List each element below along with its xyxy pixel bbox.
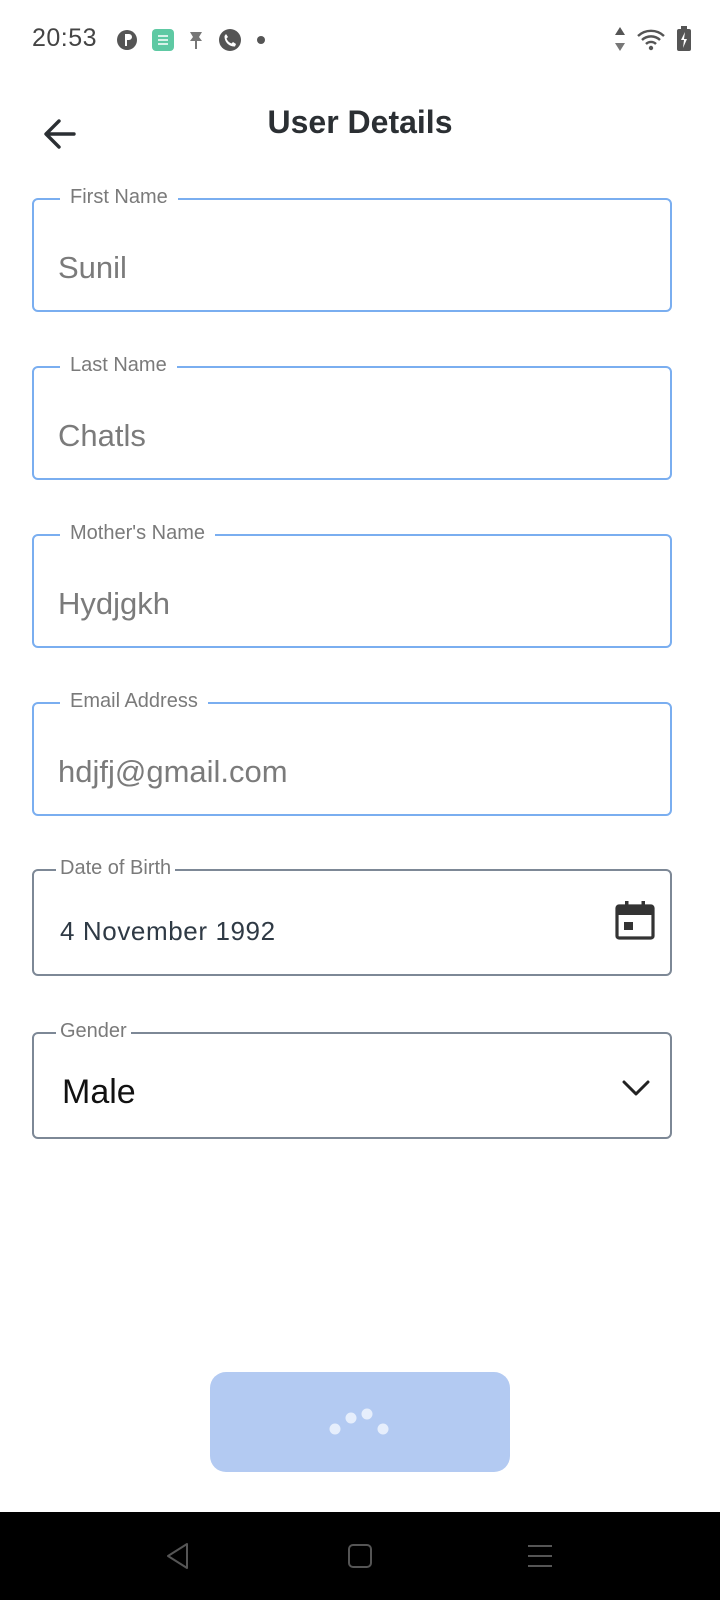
system-nav-bar — [0, 1512, 720, 1600]
first-name-box[interactable] — [32, 198, 672, 312]
gender-label: Gender — [56, 1019, 131, 1043]
dob-calendar-button[interactable] — [612, 897, 658, 943]
email-value[interactable]: hdjfj@gmail.com — [58, 754, 288, 790]
email-label: Email Address — [60, 689, 208, 713]
status-bar: 20:53 — [0, 0, 720, 80]
calendar-icon — [615, 901, 655, 940]
nav-back-button[interactable] — [154, 1532, 202, 1580]
mother-name-value[interactable]: Hydjgkh — [58, 586, 170, 622]
status-notification-icons — [116, 26, 266, 54]
phone-call-icon — [219, 29, 241, 51]
loading-dots-icon — [329, 1408, 389, 1435]
status-time: 20:53 — [32, 24, 98, 52]
chevron-down-icon — [622, 1080, 650, 1096]
battery-charging-icon — [677, 26, 691, 51]
first-name-value[interactable]: Sunil — [58, 250, 127, 286]
page-title: User Details — [267, 104, 453, 140]
nav-home-icon — [348, 1544, 372, 1568]
last-name-label: Last Name — [60, 353, 177, 377]
data-arrows-icon — [615, 27, 625, 51]
app-bar: User Details — [0, 92, 720, 170]
gender-value[interactable]: Male — [62, 1074, 136, 1110]
nav-home-button[interactable] — [336, 1532, 384, 1580]
nav-back-icon — [167, 1543, 188, 1569]
nav-menu-icon — [528, 1545, 552, 1567]
dob-label: Date of Birth — [56, 856, 176, 880]
first-name-label: First Name — [60, 185, 178, 209]
wifi-icon — [637, 29, 665, 51]
last-name-value[interactable]: Chatls — [58, 418, 146, 454]
dob-value[interactable]: 4 November 1992 — [60, 913, 276, 949]
notification-pin-icon — [190, 32, 202, 49]
nav-menu-button[interactable] — [516, 1532, 564, 1580]
status-system-icons — [614, 24, 692, 54]
more-dot-icon — [257, 36, 265, 44]
notification-chip-icon — [152, 29, 174, 51]
gender-dropdown-toggle[interactable] — [616, 1068, 656, 1108]
mother-name-label: Mother's Name — [60, 521, 215, 545]
notification-app-icon — [117, 30, 137, 50]
submit-button[interactable] — [210, 1372, 510, 1472]
